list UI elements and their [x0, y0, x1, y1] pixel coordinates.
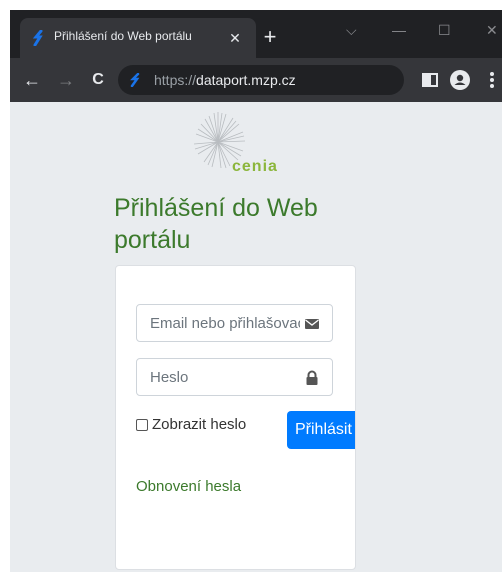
lock-icon — [306, 370, 318, 385]
profile-avatar-icon[interactable] — [450, 70, 470, 90]
show-password-label[interactable]: Zobrazit heslo — [152, 416, 246, 433]
show-password-checkbox[interactable] — [136, 418, 148, 431]
reset-password-link[interactable]: Obnovení hesla — [136, 478, 241, 495]
show-password-row[interactable]: Zobrazit heslo — [136, 416, 246, 433]
logo-text: cenia — [232, 158, 278, 175]
reload-button[interactable]: C — [86, 68, 110, 92]
browser-toolbar: ← → C https://dataport.mzp.cz — [10, 58, 502, 102]
side-panel-icon[interactable] — [420, 70, 440, 90]
login-button[interactable]: Přihlásit — [287, 411, 355, 449]
menu-icon[interactable] — [482, 70, 502, 90]
new-tab-button[interactable]: + — [258, 26, 282, 50]
back-button[interactable]: ← — [20, 68, 44, 92]
email-field[interactable]: Email nebo přihlašovací jméno — [136, 304, 333, 342]
url-host: dataport.mzp.cz — [196, 72, 296, 88]
tab-close-icon[interactable]: ✕ — [224, 27, 246, 49]
url-text: https://dataport.mzp.cz — [154, 72, 296, 88]
address-bar[interactable]: https://dataport.mzp.cz — [118, 65, 404, 95]
password-placeholder: Heslo — [150, 369, 189, 386]
tab-strip: Přihlášení do Web portálu ✕ + ⌵ — ☐ ✕ — [10, 10, 502, 58]
email-placeholder: Email nebo přihlašovací jméno — [150, 315, 300, 332]
tab-active[interactable]: Přihlášení do Web portálu ✕ — [20, 18, 256, 58]
close-window-button[interactable]: ✕ — [486, 22, 498, 39]
dataport-favicon-icon — [32, 30, 43, 46]
forward-button[interactable]: → — [54, 68, 78, 92]
maximize-button[interactable]: ☐ — [438, 22, 451, 39]
minimize-button[interactable]: — — [392, 22, 406, 38]
password-field[interactable]: Heslo — [136, 358, 333, 396]
site-favicon-icon — [130, 73, 140, 87]
tab-search-chevron-icon[interactable]: ⌵ — [346, 22, 357, 39]
page-content: cenia Přihlášení do Web portálu Email ne… — [10, 102, 502, 572]
window-frame-edge — [0, 0, 10, 572]
login-card: Email nebo přihlašovací jméno Heslo Zobr… — [115, 265, 356, 570]
envelope-icon — [305, 319, 319, 329]
page-title: Přihlášení do Web portálu — [114, 194, 318, 254]
url-prefix: https:// — [154, 72, 197, 88]
browser-window: Přihlášení do Web portálu ✕ + ⌵ — ☐ ✕ ← … — [10, 10, 502, 572]
tab-title: Přihlášení do Web portálu — [54, 29, 192, 43]
